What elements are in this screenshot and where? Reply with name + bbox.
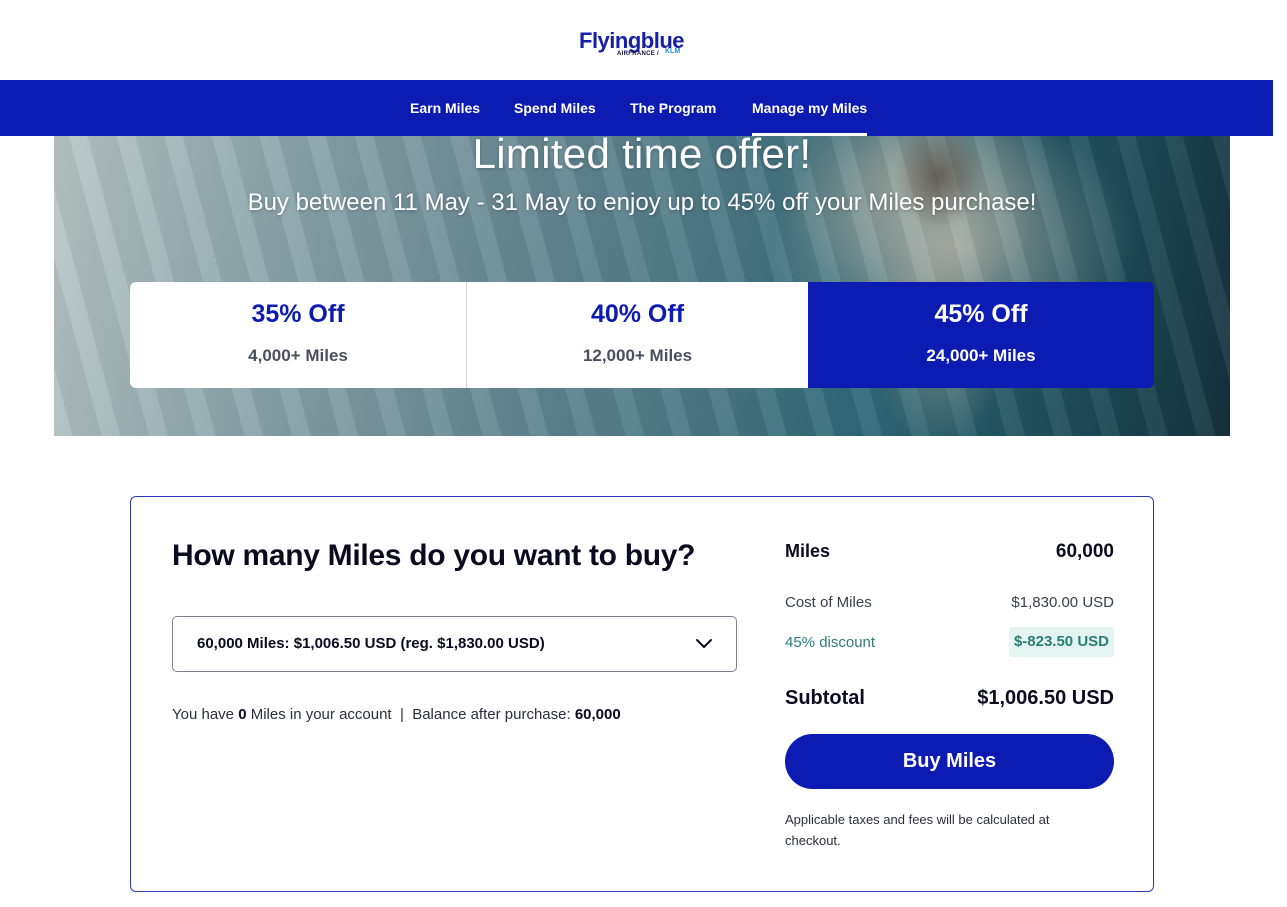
- tier-discount: 35% Off: [251, 300, 345, 328]
- buy-miles-question: How many Miles do you want to buy?: [172, 539, 696, 572]
- discount-tiers: 35% Off 4,000+ Miles 40% Off 12,000+ Mil…: [130, 282, 1154, 388]
- promo-hero: Limited time offer! Buy between 11 May -…: [54, 136, 1230, 436]
- summary-discount-row: 45% discount $-823.50 USD: [785, 627, 1114, 657]
- tier-45-off[interactable]: 45% Off 24,000+ Miles: [808, 282, 1154, 388]
- nav-earn-miles[interactable]: Earn Miles: [410, 80, 480, 136]
- discount-value-badge: $-823.50 USD: [1008, 627, 1114, 657]
- tier-discount: 45% Off: [934, 300, 1028, 328]
- account-balance-info: You have 0 Miles in your account | Balan…: [172, 706, 621, 723]
- tier-40-off[interactable]: 40% Off 12,000+ Miles: [466, 282, 808, 388]
- summary-miles-label: Miles: [785, 541, 831, 561]
- balance-after-purchase: 60,000: [574, 706, 621, 723]
- hero-title: Limited time offer!: [472, 136, 812, 177]
- tier-threshold: 4,000+ Miles: [248, 346, 348, 365]
- current-miles-balance: 0: [238, 706, 247, 723]
- subtotal-value: $1,006.50 USD: [977, 687, 1114, 709]
- cost-label: Cost of Miles: [785, 594, 872, 611]
- buy-miles-panel: How many Miles do you want to buy? 60,00…: [130, 496, 1154, 892]
- logo-airfrance: AIRFRANCE /: [617, 51, 659, 57]
- tier-discount: 40% Off: [590, 300, 685, 328]
- tier-35-off[interactable]: 35% Off 4,000+ Miles: [130, 282, 466, 388]
- miles-amount-select[interactable]: 60,000 Miles: $1,006.50 USD (reg. $1,830…: [172, 616, 737, 672]
- selected-miles-option: 60,000 Miles: $1,006.50 USD (reg. $1,830…: [197, 635, 545, 652]
- hero-subtitle: Buy between 11 May - 31 May to enjoy up …: [247, 189, 1037, 216]
- flyingblue-logo[interactable]: Flyingblue AIRFRANCE / KLM: [579, 28, 709, 62]
- summary-miles-value: 60,000: [1055, 541, 1114, 562]
- tier-threshold: 24,000+ Miles: [926, 346, 1036, 365]
- taxes-note: Applicable taxes and fees will be calcul…: [785, 812, 1050, 848]
- nav-manage-my-miles[interactable]: Manage my Miles: [752, 80, 868, 136]
- buy-miles-button[interactable]: Buy Miles: [785, 734, 1114, 789]
- nav-spend-miles[interactable]: Spend Miles: [514, 80, 596, 136]
- nav-the-program[interactable]: The Program: [630, 80, 716, 136]
- site-header: Flyingblue AIRFRANCE / KLM: [0, 0, 1273, 80]
- page-scrollbar-track[interactable]: [1273, 0, 1287, 907]
- tier-threshold: 12,000+ Miles: [582, 346, 693, 365]
- cost-value: $1,830.00 USD: [1011, 594, 1114, 611]
- main-nav: Earn Miles Spend Miles The Program Manag…: [0, 80, 1273, 136]
- subtotal-label: Subtotal: [785, 687, 865, 709]
- logo-klm: KLM: [665, 48, 681, 55]
- discount-label: 45% discount: [785, 634, 876, 651]
- chevron-down-icon: [696, 639, 712, 648]
